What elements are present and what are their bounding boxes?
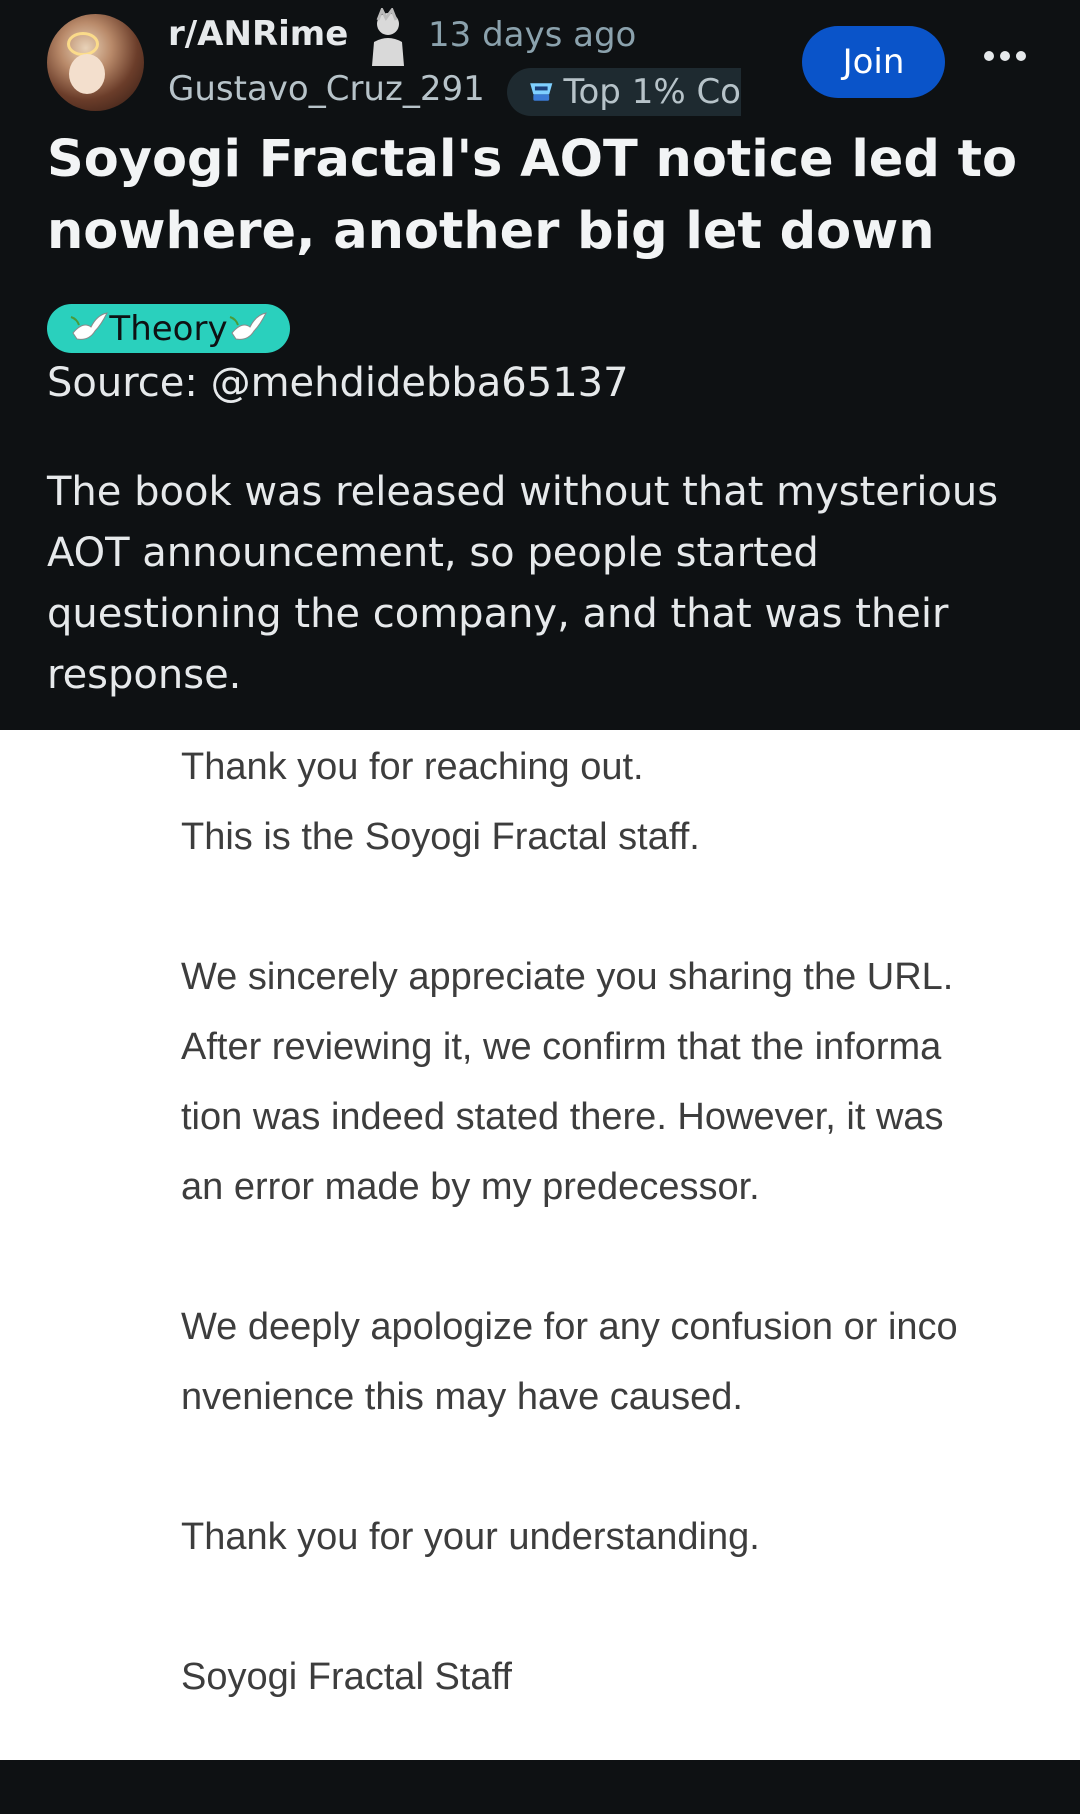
- post-source: Source: @mehdidebba65137: [47, 360, 629, 406]
- avatar-face: [69, 54, 105, 94]
- letter-line: an error made by my predecessor.: [181, 1166, 760, 1208]
- post-body: The book was released without that myste…: [47, 469, 999, 698]
- top-contributor-icon: [530, 83, 553, 101]
- post-header: r/ANRime 13 days ago Gustavo_Cruz_291 To…: [0, 0, 1080, 730]
- letter-signature: Soyogi Fractal Staff: [181, 1656, 512, 1698]
- letter-line: This is the Soyogi Fractal staff.: [181, 816, 700, 858]
- subreddit-avatar[interactable]: [47, 14, 144, 111]
- join-button[interactable]: Join: [802, 26, 945, 98]
- post-time: 13 days ago: [428, 15, 637, 55]
- dove-icon: [71, 311, 109, 340]
- achievement-badge[interactable]: Top 1% Co: [507, 68, 741, 116]
- post-flair[interactable]: Theory: [47, 304, 290, 353]
- character-flair-icon: [372, 8, 404, 66]
- bottom-bar: [0, 1760, 1080, 1814]
- flair-label: Theory: [109, 308, 228, 349]
- letter-line: After reviewing it, we confirm that the …: [181, 1026, 942, 1068]
- subreddit-name[interactable]: r/ANRime: [168, 14, 348, 54]
- letter-line: Thank you for reaching out.: [181, 746, 644, 788]
- letter-line: We sincerely appreciate you sharing the …: [181, 956, 954, 998]
- badge-label: Top 1% Co: [563, 72, 741, 112]
- post-image[interactable]: Thank you for reaching out. This is the …: [0, 730, 1080, 1760]
- dove-icon: [229, 311, 267, 340]
- letter-line: tion was indeed stated there. However, i…: [181, 1096, 944, 1138]
- post-title[interactable]: Soyogi Fractal's AOT notice led to nowhe…: [47, 124, 1047, 268]
- author-username[interactable]: Gustavo_Cruz_291: [168, 69, 485, 109]
- letter-line: We deeply apologize for any confusion or…: [181, 1306, 958, 1348]
- letter-line: nvenience this may have caused.: [181, 1376, 743, 1418]
- avatar-halo: [67, 32, 99, 56]
- more-options-icon[interactable]: [983, 46, 1027, 66]
- letter-line: Thank you for your understanding.: [181, 1516, 760, 1558]
